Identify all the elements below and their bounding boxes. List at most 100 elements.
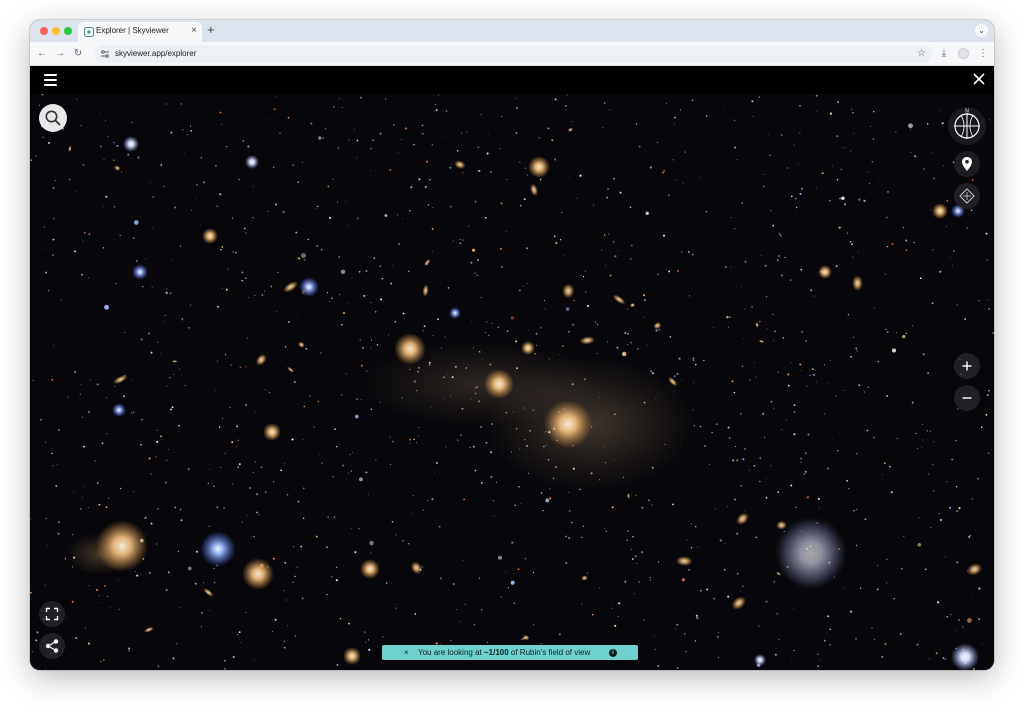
star [100,145,102,148]
star [41,94,44,96]
star [876,588,879,591]
star [284,346,287,348]
star [263,290,266,292]
banner-close-icon[interactable]: × [404,645,409,660]
sky-survey-image[interactable] [30,94,994,670]
star [249,487,251,489]
star [145,516,147,519]
share-button[interactable] [39,633,65,659]
star [987,452,990,454]
location-pin-button[interactable] [954,151,980,177]
star [113,205,116,208]
star [790,362,792,364]
plus-icon [962,361,972,371]
site-info-icon[interactable] [99,48,111,60]
minimize-window-button[interactable] [52,27,60,35]
star [853,509,855,512]
star [806,385,808,387]
star [435,109,438,112]
star [395,534,397,536]
star [369,170,371,172]
fullscreen-button[interactable] [39,601,65,627]
star [526,445,528,447]
star [163,321,165,322]
star [827,467,829,470]
star [438,525,441,528]
star [231,483,234,485]
maximize-window-button[interactable] [64,27,72,35]
star [734,498,737,501]
star [356,139,359,142]
star [270,285,273,288]
star [397,152,399,154]
star [549,497,552,500]
star [253,659,255,661]
tab-search-chevron-icon[interactable]: ⌄ [975,24,988,37]
star [493,515,495,517]
star [697,546,699,548]
star [279,132,281,134]
search-button[interactable] [39,104,67,132]
star [973,668,975,670]
address-bar[interactable]: skyviewer.app/explorer ☆ [94,45,932,63]
star [272,557,275,560]
star [131,412,133,414]
star [30,518,31,520]
zoom-out-button[interactable] [954,385,980,411]
bookmark-star-icon[interactable]: ☆ [917,47,926,61]
star [418,426,420,429]
reload-button[interactable]: ↻ [70,46,86,62]
close-window-button[interactable] [40,27,48,35]
star [277,271,279,274]
browser-menu-icon[interactable]: ⋮ [976,46,990,62]
info-icon[interactable]: i [609,648,617,657]
star [617,249,619,251]
star [347,472,350,474]
star [571,383,574,386]
star [938,513,940,515]
star [309,395,311,397]
star [208,468,210,470]
star [478,350,481,353]
star [972,598,974,599]
star [736,572,739,575]
star [970,209,973,212]
star [635,123,638,125]
star [165,459,168,461]
profile-avatar-icon[interactable] [958,48,969,59]
new-tab-button[interactable]: + [207,22,215,38]
back-button[interactable]: ← [34,46,50,62]
star [565,535,567,538]
small-galaxy [852,275,863,292]
tab-close-icon[interactable]: × [191,25,197,37]
small-galaxy [171,360,178,363]
star [35,639,38,642]
close-icon[interactable] [970,70,988,88]
star [245,611,247,614]
hamburger-menu-icon[interactable] [44,74,57,86]
browser-tab-explorer[interactable]: Explorer | Skyviewer × [78,22,202,42]
star [322,137,324,139]
star [524,409,526,410]
star [128,647,131,650]
star [678,357,681,360]
layers-button[interactable] [954,183,980,209]
star [946,481,948,483]
star [764,264,767,267]
forward-button[interactable]: → [52,46,68,62]
star [873,638,875,640]
star [180,103,183,105]
star [810,289,813,292]
zoom-in-button[interactable] [954,353,980,379]
sky-image-viewport[interactable]: N × You are looking at ~1/100 of Rubin's… [30,94,994,670]
compass-button[interactable]: N [948,107,986,145]
download-icon[interactable]: ⤓ [937,46,951,62]
star [359,96,362,99]
star [713,598,715,600]
star [52,465,54,467]
star [213,582,216,584]
star [423,325,426,328]
small-galaxy [626,492,630,499]
star [604,528,606,530]
star [396,214,398,216]
